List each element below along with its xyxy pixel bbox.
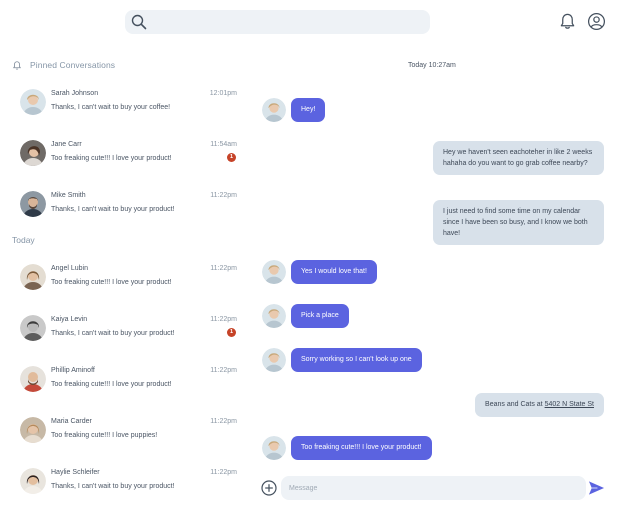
message-bubble: Yes I would love that! bbox=[291, 260, 377, 284]
chat-date: Today 10:27am bbox=[408, 62, 456, 69]
contact-name: Phillip Aminoff bbox=[51, 367, 95, 374]
send-icon[interactable] bbox=[588, 480, 605, 496]
message-time: 11:22pm bbox=[210, 367, 237, 374]
unread-badge: 1 bbox=[227, 328, 236, 337]
pinned-label: Pinned Conversations bbox=[30, 60, 116, 70]
message-input[interactable] bbox=[281, 476, 586, 500]
conversation-item[interactable]: Kaiya Levin 11:22pm Thanks, I can't wait… bbox=[20, 315, 238, 347]
conversation-item[interactable]: Angel Lubin 11:22pm Too freaking cute!!!… bbox=[20, 264, 238, 296]
search-icon[interactable] bbox=[131, 14, 147, 30]
message-time: 11:22pm bbox=[210, 265, 237, 272]
message-bubble: Too freaking cute!!! I love your product… bbox=[291, 436, 432, 460]
contact-name: Haylie Schleifer bbox=[51, 469, 100, 476]
avatar bbox=[262, 436, 286, 460]
avatar bbox=[20, 191, 46, 217]
contact-name: Mike Smith bbox=[51, 192, 86, 199]
bell-icon[interactable] bbox=[558, 12, 577, 31]
search-input[interactable] bbox=[151, 10, 426, 34]
message-bubble: Pick a place bbox=[291, 304, 349, 328]
conversation-item[interactable]: Mike Smith 11:22pm Thanks, I can't wait … bbox=[20, 191, 238, 223]
bell-icon bbox=[13, 60, 21, 70]
message-bubble: Hey! bbox=[291, 98, 326, 122]
message-preview: Thanks, I can't wait to buy your coffee! bbox=[51, 104, 171, 111]
message-preview: Thanks, I can't wait to buy your product… bbox=[51, 206, 175, 213]
address-link[interactable]: 5402 N State St bbox=[545, 401, 594, 408]
avatar bbox=[262, 348, 286, 372]
message-time: 11:22pm bbox=[210, 418, 237, 425]
avatar bbox=[262, 260, 286, 284]
search-bar[interactable] bbox=[125, 10, 430, 34]
message-time: 11:54am bbox=[210, 141, 237, 148]
avatar bbox=[262, 304, 286, 328]
avatar bbox=[20, 468, 46, 494]
pinned-header: Pinned Conversations bbox=[12, 58, 115, 72]
avatar bbox=[20, 315, 46, 341]
conversation-item[interactable]: Haylie Schleifer 11:22pm Thanks, I can't… bbox=[20, 468, 238, 500]
message-preview: Too freaking cute!!! I love your product… bbox=[51, 381, 172, 388]
contact-name: Maria Carder bbox=[51, 418, 92, 425]
message-time: 11:22pm bbox=[210, 469, 237, 476]
contact-name: Jane Carr bbox=[51, 141, 82, 148]
avatar bbox=[20, 417, 46, 443]
avatar bbox=[262, 98, 286, 122]
message-preview: Too freaking cute!!! I love your product… bbox=[51, 155, 172, 162]
message-outgoing: Hey we haven't seen eachoteher in like 2… bbox=[433, 141, 604, 175]
message-preview: Thanks, I can't wait to buy your product… bbox=[51, 483, 175, 490]
user-icon[interactable] bbox=[587, 12, 606, 31]
avatar bbox=[20, 89, 46, 115]
message-outgoing: Beans and Cats at 5402 N State St bbox=[475, 393, 604, 417]
message-text: Beans and Cats at bbox=[485, 401, 545, 408]
section-label-today: Today bbox=[12, 235, 35, 245]
top-bar bbox=[0, 0, 619, 44]
plus-circle-icon[interactable] bbox=[261, 480, 277, 496]
message-preview: Thanks, I can't wait to buy your product… bbox=[51, 330, 175, 337]
conversation-item[interactable]: Sarah Johnson 12:01pm Thanks, I can't wa… bbox=[20, 89, 238, 121]
unread-badge: 1 bbox=[227, 153, 236, 162]
conversation-item[interactable]: Phillip Aminoff 11:22pm Too freaking cut… bbox=[20, 366, 238, 398]
conversation-item[interactable]: Jane Carr 11:54am Too freaking cute!!! I… bbox=[20, 140, 238, 172]
message-composer bbox=[258, 476, 608, 502]
message-time: 11:22pm bbox=[210, 192, 237, 199]
message-time: 12:01pm bbox=[209, 90, 237, 97]
message-preview: Too freaking cute!!! I love puppies! bbox=[51, 432, 158, 439]
message-bubble: Sorry working so I can't look up one bbox=[291, 348, 422, 372]
message-outgoing: I just need to find some time on my cale… bbox=[433, 200, 604, 245]
avatar bbox=[20, 366, 46, 392]
contact-name: Sarah Johnson bbox=[51, 90, 99, 97]
conversation-item[interactable]: Maria Carder 11:22pm Too freaking cute!!… bbox=[20, 417, 238, 449]
contact-name: Kaiya Levin bbox=[51, 316, 88, 323]
message-preview: Too freaking cute!!! I love your product… bbox=[51, 279, 172, 286]
contact-name: Angel Lubin bbox=[51, 265, 88, 272]
avatar bbox=[20, 264, 46, 290]
message-time: 11:22pm bbox=[210, 316, 237, 323]
avatar bbox=[20, 140, 46, 166]
